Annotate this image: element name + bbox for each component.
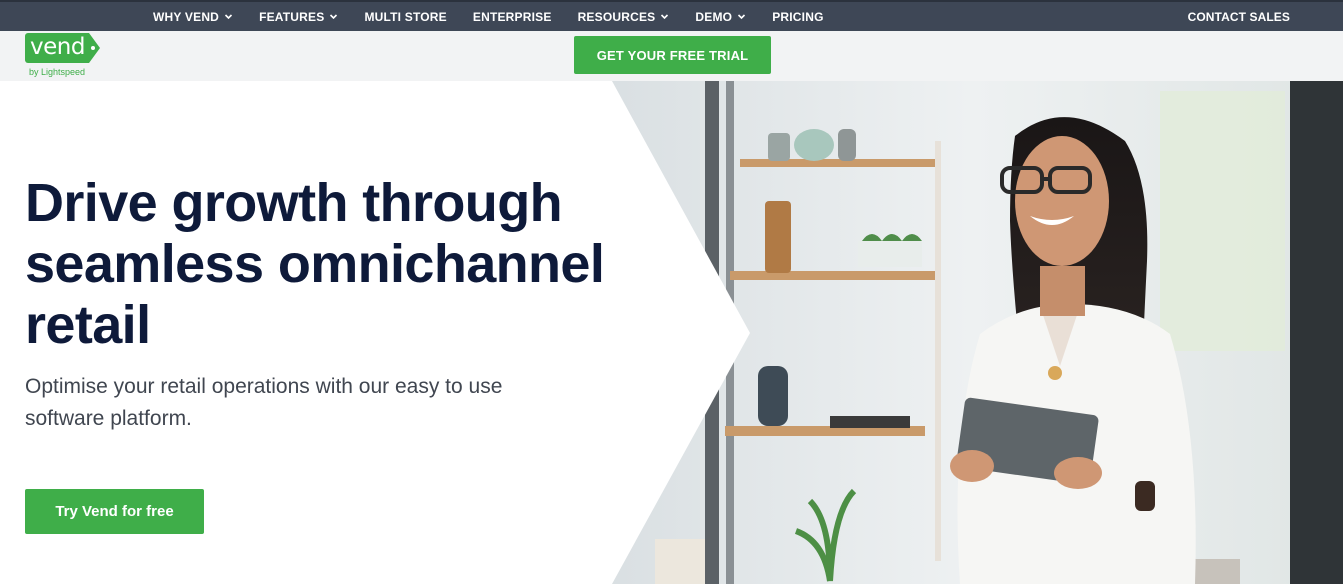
nav-item-label: PRICING [772,9,824,24]
contact-sales-link[interactable]: CONTACT SALES [1188,2,1290,31]
nav-item-demo[interactable]: DEMO [695,10,746,24]
chevron-down-icon [329,12,338,21]
nav-item-label: RESOURCES [577,9,656,24]
nav-item-label: DEMO [695,9,733,24]
hero-subcopy: Optimise your retail operations with our… [25,375,503,430]
top-navigation-bar: WHY VEND FEATURES MULTI STORE ENTERPRISE… [0,0,1343,31]
nav-item-label: ENTERPRISE [472,9,552,24]
chevron-down-icon [737,12,746,21]
chevron-down-icon [224,12,233,21]
logo-tag-hole [91,46,95,50]
main-nav: WHY VEND FEATURES MULTI STORE ENTERPRISE… [153,2,850,31]
nav-item-features[interactable]: FEATURES [259,10,338,24]
chevron-down-icon [660,12,669,21]
hero-section: Drive growth through seamless omnichanne… [0,81,1343,584]
nav-item-enterprise[interactable]: ENTERPRISE [473,10,552,24]
vend-logo[interactable]: vend by Lightspeed [25,33,105,81]
hero-headline: Drive growth through seamless omnichanne… [25,173,605,355]
logo-wordmark: vend [30,34,85,60]
nav-item-label: WHY VEND [153,9,220,24]
hero-image [600,81,1343,584]
nav-item-pricing[interactable]: PRICING [772,10,823,24]
logo-subtitle: by Lightspeed [29,67,86,77]
get-free-trial-button[interactable]: GET YOUR FREE TRIAL [574,36,771,74]
nav-item-multi-store[interactable]: MULTI STORE [364,10,446,24]
nav-item-label: FEATURES [259,9,325,24]
try-vend-free-button[interactable]: Try Vend for free [25,489,204,534]
nav-item-resources[interactable]: RESOURCES [578,10,670,24]
nav-item-why-vend[interactable]: WHY VEND [153,10,233,24]
nav-item-label: MULTI STORE [364,9,447,24]
logo-bar: vend by Lightspeed GET YOUR FREE TRIAL [0,31,1343,81]
